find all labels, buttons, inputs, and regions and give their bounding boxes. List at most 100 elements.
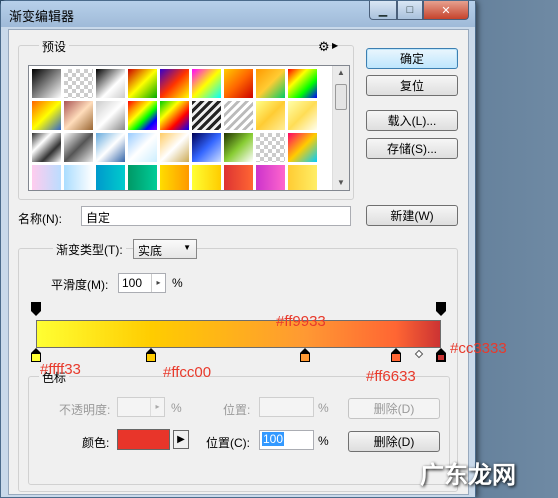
annotation-ff9933: #ff9933 [276, 313, 326, 330]
preset-swatch[interactable] [127, 164, 158, 190]
scroll-up-icon[interactable]: ▲ [333, 66, 349, 80]
position-label: 位置(C): [206, 436, 250, 450]
gear-icon[interactable]: ⚙ [318, 39, 330, 55]
opacity-stop-left[interactable] [31, 302, 41, 316]
opacity-position-label: 位置: [223, 403, 251, 417]
preset-swatch[interactable] [287, 132, 318, 163]
smoothness-slider-arrow-icon[interactable]: ▸ [151, 274, 165, 292]
color-stop[interactable] [436, 348, 446, 362]
gradient-editor-window: 渐变编辑器 ▁ □ ✕ 预设 ⚙ ▶ ▲ ▼ 确定 复位 载入(L)... 存储… [0, 0, 476, 498]
gradient-type-value: 实底 [138, 244, 163, 258]
maximize-button[interactable]: □ [397, 1, 423, 20]
preset-swatch[interactable] [191, 68, 222, 99]
color-swatch[interactable] [117, 429, 170, 450]
annotation-ffff33: #ffff33 [40, 361, 81, 378]
preset-swatch[interactable] [191, 164, 222, 190]
preset-swatch[interactable] [223, 68, 254, 99]
gradient-type-select[interactable]: 实底 ▼ [133, 239, 197, 259]
preset-swatch[interactable] [127, 68, 158, 99]
position-unit: % [318, 434, 329, 448]
preset-swatch[interactable] [63, 164, 94, 190]
preset-swatch[interactable] [95, 132, 126, 163]
smoothness-unit: % [172, 276, 183, 290]
name-label: 名称(N): [18, 212, 62, 226]
color-stop[interactable] [391, 348, 402, 362]
new-button[interactable]: 新建(W) [366, 205, 458, 226]
preset-swatch[interactable] [95, 100, 126, 131]
close-icon: ✕ [441, 4, 451, 17]
reset-button[interactable]: 复位 [366, 75, 458, 96]
smoothness-value: 100 [122, 276, 143, 290]
color-menu-arrow-icon[interactable]: ▶ [173, 430, 189, 449]
preset-swatch[interactable] [223, 164, 254, 190]
annotation-cc3333: #cc3333 [450, 340, 507, 357]
close-button[interactable]: ✕ [423, 1, 469, 20]
opacity-stop-right[interactable] [436, 302, 446, 316]
preset-swatch[interactable] [95, 164, 126, 190]
preset-swatch[interactable] [127, 100, 158, 131]
annotation-ffcc00: #ffcc00 [163, 364, 212, 381]
preset-swatch[interactable] [31, 164, 62, 190]
preset-swatch[interactable] [63, 100, 94, 131]
minimize-button[interactable]: ▁ [369, 1, 397, 20]
preset-swatch[interactable] [255, 68, 286, 99]
minimize-icon: ▁ [378, 4, 388, 17]
ok-button[interactable]: 确定 [366, 48, 458, 69]
preset-swatch[interactable] [191, 100, 222, 131]
opacity-input: ▸ [117, 397, 165, 417]
position-input[interactable]: 100 [259, 430, 314, 450]
preset-swatch[interactable] [287, 68, 318, 99]
preset-swatch[interactable] [223, 100, 254, 131]
scroll-down-icon[interactable]: ▼ [333, 176, 349, 190]
preset-swatch[interactable] [287, 164, 318, 190]
smoothness-input[interactable]: 100 ▸ [118, 273, 166, 293]
preset-swatch[interactable] [31, 100, 62, 131]
delete-opacity-stop-button: 删除(D) [348, 398, 440, 419]
color-label: 颜色: [82, 436, 110, 450]
preset-swatch[interactable] [255, 164, 286, 190]
opacity-position-unit: % [318, 401, 329, 415]
load-button[interactable]: 载入(L)... [366, 110, 458, 131]
color-stop[interactable] [300, 348, 311, 362]
preset-swatch[interactable] [223, 132, 254, 163]
color-stop[interactable] [31, 348, 41, 362]
opacity-unit: % [171, 401, 182, 415]
dropdown-arrow-icon[interactable]: ▶ [332, 41, 338, 50]
chevron-down-icon: ▼ [183, 243, 191, 252]
preset-swatch[interactable] [127, 132, 158, 163]
preset-swatch[interactable] [95, 68, 126, 99]
preset-swatch[interactable] [31, 68, 62, 99]
title-bar[interactable]: 渐变编辑器 ▁ □ ✕ [1, 1, 475, 27]
annotation-ff6633: #ff6633 [366, 368, 416, 385]
preset-swatch[interactable] [287, 100, 318, 131]
gradient-preview-bar[interactable] [36, 320, 441, 348]
preset-swatches: ▲ ▼ [28, 65, 350, 191]
preset-swatch[interactable] [159, 164, 190, 190]
preset-swatch[interactable] [159, 68, 190, 99]
watermark: 广东龙网 [420, 462, 516, 489]
preset-swatch[interactable] [63, 68, 94, 99]
opacity-position-input [259, 397, 314, 417]
color-stop[interactable] [146, 348, 157, 362]
gradient-type-label: 渐变类型(T): [53, 241, 126, 258]
preset-swatch[interactable] [255, 132, 286, 163]
scroll-thumb[interactable] [335, 84, 347, 110]
delete-color-stop-button[interactable]: 删除(D) [348, 431, 440, 452]
preset-swatch[interactable] [31, 132, 62, 163]
preset-swatch[interactable] [63, 132, 94, 163]
preset-swatch[interactable] [159, 100, 190, 131]
preset-swatch[interactable] [191, 132, 222, 163]
presets-scrollbar[interactable]: ▲ ▼ [332, 66, 349, 190]
opacity-slider-arrow-icon: ▸ [150, 398, 164, 416]
dialog-body: 预设 ⚙ ▶ ▲ ▼ 确定 复位 载入(L)... 存储(S)... 名称(N)… [8, 29, 469, 495]
preset-swatch[interactable] [255, 100, 286, 131]
position-value: 100 [262, 432, 285, 446]
save-button[interactable]: 存储(S)... [366, 138, 458, 159]
smoothness-label: 平滑度(M): [51, 278, 109, 292]
name-input[interactable]: 自定 [81, 206, 351, 226]
window-title: 渐变编辑器 [9, 9, 75, 24]
maximize-icon: □ [406, 4, 414, 16]
preset-swatch[interactable] [159, 132, 190, 163]
presets-label: 预设 [39, 38, 70, 55]
opacity-label: 不透明度: [59, 403, 111, 417]
